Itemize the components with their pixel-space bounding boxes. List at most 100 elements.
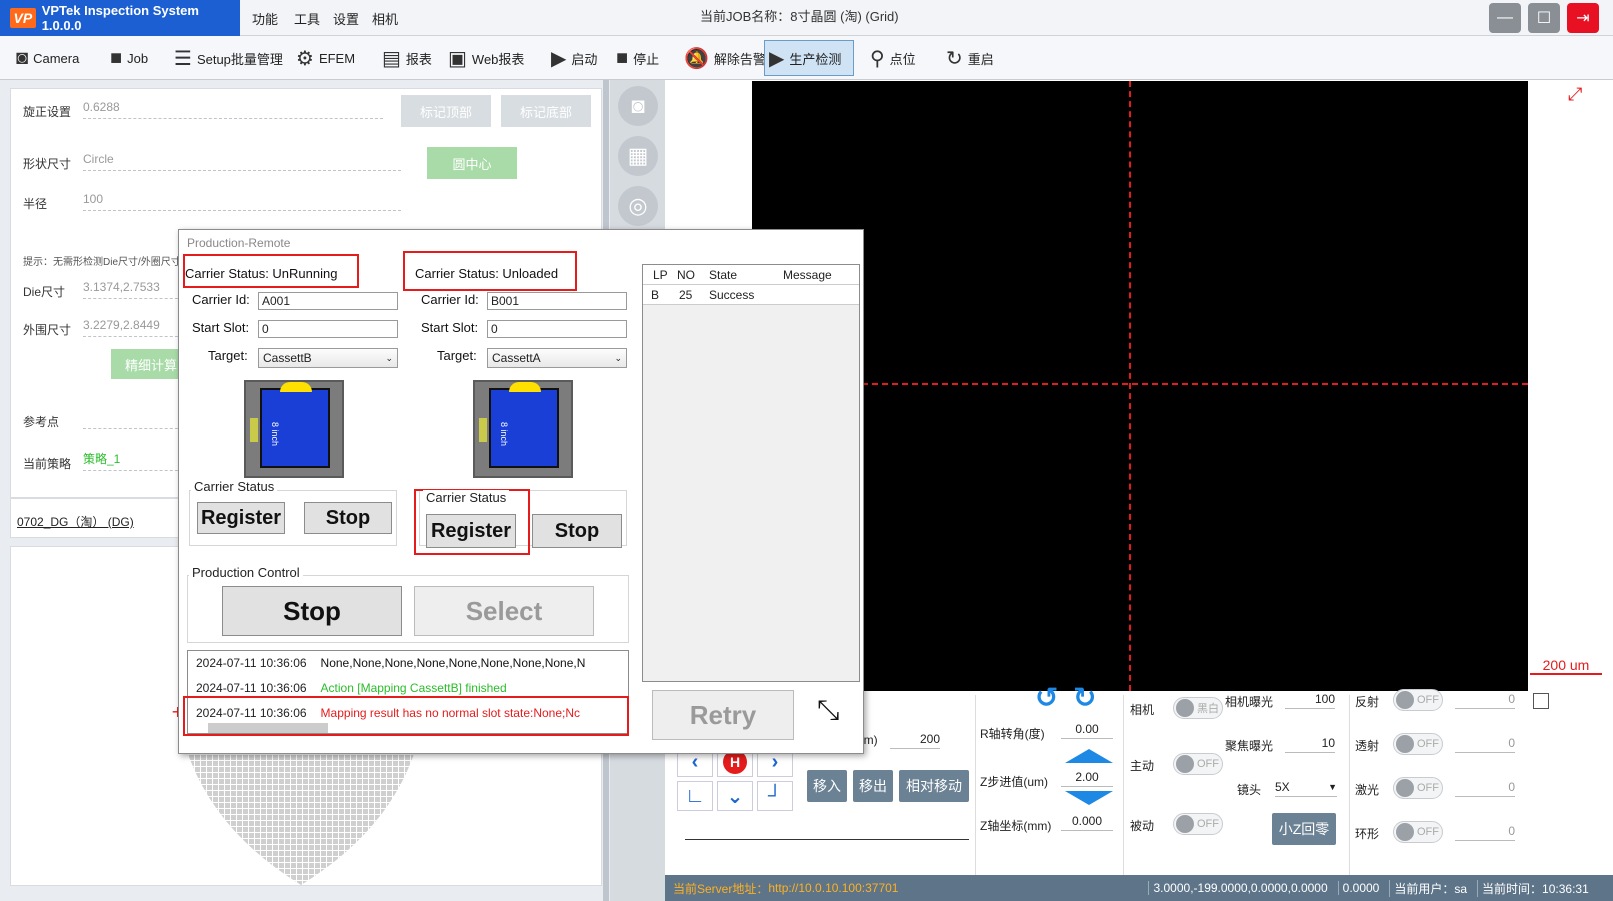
left-stop-button[interactable]: Stop xyxy=(304,502,392,534)
corner-down-left-icon[interactable]: ∟ xyxy=(677,781,713,811)
lens-select[interactable]: 5X ▼ xyxy=(1275,777,1337,797)
play-icon: ▶ xyxy=(551,47,567,70)
expand-icon[interactable]: ⤢ xyxy=(1568,84,1582,105)
menu-tools[interactable]: 工具 xyxy=(294,0,320,36)
efem-button[interactable]: ⚙ EFEM xyxy=(292,40,359,76)
z-down-icon[interactable] xyxy=(1065,791,1113,805)
corner-down-right-icon[interactable]: ┘ xyxy=(757,781,793,811)
um-field[interactable]: 200 xyxy=(890,729,940,749)
log-row: 2024-07-11 10:36:06 None,None,None,None,N… xyxy=(196,656,586,670)
start-button[interactable]: ▶ 启动 xyxy=(547,40,601,76)
rotation-field[interactable]: 0.6288 xyxy=(83,97,383,119)
left-carrier-id-label: Carrier Id: xyxy=(192,292,250,307)
right-start-slot-label: Start Slot: xyxy=(421,320,479,335)
dialog-title: Production-Remote xyxy=(187,236,291,250)
rotate-ccw-icon[interactable]: ↺ xyxy=(1035,681,1058,714)
production-remote-dialog: Production-Remote Carrier Status: UnRunn… xyxy=(178,229,864,754)
menu-function[interactable]: 功能 xyxy=(252,0,278,36)
reflect-value[interactable]: 0 xyxy=(1455,689,1515,709)
circle-center-button[interactable]: 圆中心 xyxy=(427,147,517,179)
report-button[interactable]: ▤ 报表 xyxy=(378,40,436,76)
stop-button[interactable]: ■ 停止 xyxy=(612,40,663,76)
right-start-slot-input[interactable]: 0 xyxy=(487,320,627,338)
rotate-cw-icon[interactable]: ↻ xyxy=(1073,681,1096,714)
left-register-button[interactable]: Register xyxy=(197,502,285,534)
ring-toggle[interactable]: OFF xyxy=(1393,821,1443,843)
z-coord-field[interactable]: 0.000 xyxy=(1061,811,1113,831)
focus-exposure-label: 聚焦曝光 xyxy=(1225,739,1274,753)
job-button[interactable]: ■ Job xyxy=(106,40,152,76)
wafer-grid-icon[interactable]: ▦ xyxy=(618,136,658,176)
production-inspection-button[interactable]: ▶ 生产检测 xyxy=(764,40,854,76)
ring-label: 环形 xyxy=(1355,827,1380,841)
focus-exposure-field[interactable]: 10 xyxy=(1285,733,1335,753)
table-row[interactable]: B 25 Success xyxy=(643,285,859,305)
divider xyxy=(685,839,969,840)
checkbox[interactable] xyxy=(1533,693,1549,709)
small-z-home-button[interactable]: 小Z回零 xyxy=(1272,813,1336,845)
maximize-button[interactable]: ☐ xyxy=(1528,3,1560,33)
menu-settings[interactable]: 设置 xyxy=(333,0,359,36)
mark-top-button[interactable]: 标记顶部 xyxy=(401,95,491,127)
passive-toggle[interactable]: OFF xyxy=(1173,813,1223,835)
right-carrier-group-label: Carrier Status xyxy=(423,490,510,505)
hint-text: 提示：无需形检测Die尺寸/外圈尺寸 xyxy=(23,257,181,268)
left-carrier-id-input[interactable]: A001 xyxy=(258,292,398,310)
result-table[interactable]: LP NO State Message B 25 Success xyxy=(642,264,860,682)
move-out-button[interactable]: 移出 xyxy=(853,770,893,802)
mark-bottom-button[interactable]: 标记底部 xyxy=(501,95,591,127)
retry-button[interactable]: Retry xyxy=(652,690,794,740)
reflect-label: 反射 xyxy=(1355,695,1380,709)
laser-toggle[interactable]: OFF xyxy=(1393,777,1443,799)
production-stop-button[interactable]: Stop xyxy=(222,586,402,636)
down-arrow-icon[interactable]: ⌄ xyxy=(717,781,753,811)
clear-alarm-button[interactable]: 🔕 解除告警 xyxy=(680,40,770,76)
move-in-button[interactable]: 移入 xyxy=(807,770,847,802)
restart-button[interactable]: ↻ 重启 xyxy=(942,40,998,76)
right-stop-button[interactable]: Stop xyxy=(532,514,622,548)
transmit-toggle[interactable]: OFF xyxy=(1393,733,1443,755)
die-size-field[interactable]: 3.1374,2.7533 xyxy=(83,277,183,299)
right-carrier-id-label: Carrier Id: xyxy=(421,292,479,307)
active-toggle[interactable]: OFF xyxy=(1173,753,1223,775)
web-report-button[interactable]: ▣ Web报表 xyxy=(444,40,528,76)
radius-select[interactable]: 100 xyxy=(83,189,401,211)
server-label: 当前Server地址： xyxy=(673,881,769,896)
shape-select[interactable]: Circle xyxy=(83,149,401,171)
left-start-slot-input[interactable]: 0 xyxy=(258,320,398,338)
right-target-select[interactable]: CassettA ⌄ xyxy=(487,348,627,368)
reference-point-field[interactable] xyxy=(83,407,183,429)
setup-batch-button[interactable]: ☰ Setup批量管理 xyxy=(170,40,287,76)
camera-image[interactable] xyxy=(752,81,1528,691)
ring-value[interactable]: 0 xyxy=(1455,821,1515,841)
outer-size-field[interactable]: 3.2279,2.8449 xyxy=(83,315,183,337)
camera-button[interactable]: ◙ Camera xyxy=(12,40,83,76)
r-axis-field[interactable]: 0.00 xyxy=(1061,719,1113,739)
right-target-label: Target: xyxy=(437,348,477,363)
camera-icon[interactable]: ◙ xyxy=(618,86,658,126)
camera-mono-toggle[interactable]: 黑白 xyxy=(1173,697,1223,719)
job-link[interactable]: 0702_DG（淘） (DG) xyxy=(17,513,134,530)
collapse-icon[interactable]: ⤡ xyxy=(817,694,839,727)
transmit-label: 透射 xyxy=(1355,739,1380,753)
crosshair-horizontal xyxy=(752,383,1528,385)
reference-point-label: 参考点 xyxy=(23,415,60,429)
points-button[interactable]: ⚲ 点位 xyxy=(866,40,920,76)
exit-button[interactable]: ⇥ xyxy=(1567,3,1599,33)
z-step-field[interactable]: 2.00 xyxy=(1061,767,1113,787)
right-carrier-id-input[interactable]: B001 xyxy=(487,292,627,310)
z-up-icon[interactable] xyxy=(1065,749,1113,763)
right-register-button[interactable]: Register xyxy=(426,514,516,548)
minimize-button[interactable]: — xyxy=(1489,3,1521,33)
left-target-select[interactable]: CassettB ⌄ xyxy=(258,348,398,368)
camera-exposure-field[interactable]: 100 xyxy=(1285,689,1335,709)
transmit-value[interactable]: 0 xyxy=(1455,733,1515,753)
strategy-label: 当前策略 xyxy=(23,457,72,471)
laser-value[interactable]: 0 xyxy=(1455,777,1515,797)
reflect-toggle[interactable]: OFF xyxy=(1393,689,1443,711)
wafer-settings-icon[interactable]: ◎ xyxy=(618,186,658,226)
production-select-button[interactable]: Select xyxy=(414,586,594,636)
relative-move-button[interactable]: 相对移动 xyxy=(899,770,969,802)
menu-camera[interactable]: 相机 xyxy=(372,0,398,36)
strategy-field[interactable]: 策略_1 xyxy=(83,449,183,471)
